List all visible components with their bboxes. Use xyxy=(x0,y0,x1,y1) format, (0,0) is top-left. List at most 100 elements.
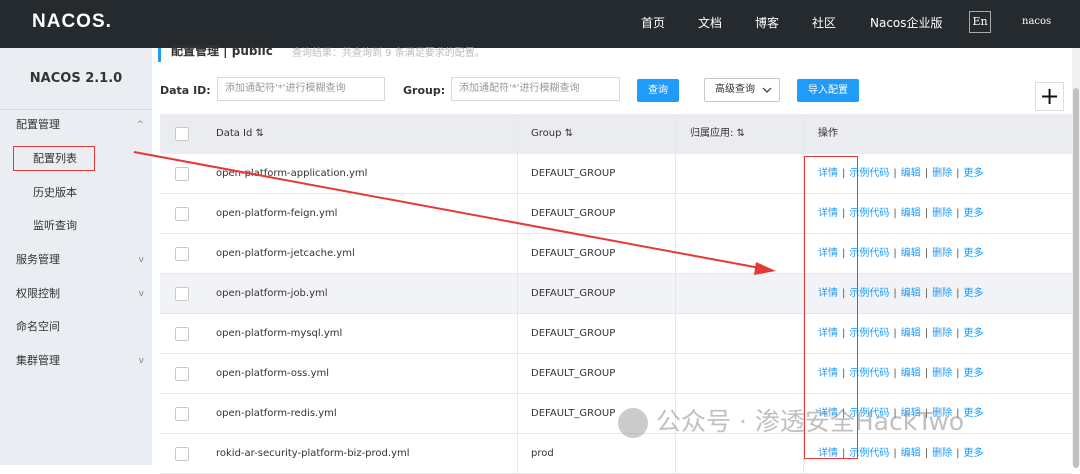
annotation-box-config-list xyxy=(13,146,95,171)
sidebar-item-listener-query[interactable]: 监听查询 xyxy=(0,213,152,239)
sidebar-item-namespace[interactable]: 命名空间 xyxy=(0,314,152,340)
op-more-link[interactable]: 更多 xyxy=(964,408,984,419)
vertical-scrollbar[interactable] xyxy=(1072,48,1080,468)
row-dataid: open-platform-mysql.yml xyxy=(216,328,343,339)
row-dataid: open-platform-redis.yml xyxy=(216,408,337,419)
scrollbar-thumb[interactable] xyxy=(1073,88,1079,468)
nav-community[interactable]: 社区 xyxy=(812,14,836,31)
chevron-up-icon: ^ xyxy=(136,120,144,130)
query-button[interactable]: 查询 xyxy=(637,79,679,102)
nav-docs[interactable]: 文档 xyxy=(698,14,722,31)
col-header-group[interactable]: Group ⇅ xyxy=(531,114,573,154)
row-checkbox[interactable] xyxy=(175,287,189,301)
op-separator: | xyxy=(924,448,929,459)
advanced-query-dropdown[interactable]: 高级查询 xyxy=(704,78,780,102)
op-edit-link[interactable]: 编辑 xyxy=(901,168,921,179)
sidebar-item-cluster-management[interactable]: 集群管理 v xyxy=(0,348,152,374)
op-separator: | xyxy=(924,328,929,339)
op-delete-link[interactable]: 删除 xyxy=(932,248,952,259)
user-menu[interactable]: nacos xyxy=(1022,16,1051,27)
sidebar-item-history[interactable]: 历史版本 xyxy=(0,180,152,206)
group-search-input[interactable]: 添加通配符'*'进行模糊查询 xyxy=(451,77,620,101)
nacos-logo[interactable]: NACOS. xyxy=(32,11,112,33)
col-header-app[interactable]: 归属应用: ⇅ xyxy=(690,114,745,154)
row-checkbox[interactable] xyxy=(175,207,189,221)
nav-blog[interactable]: 博客 xyxy=(755,14,779,31)
row-checkbox[interactable] xyxy=(175,167,189,181)
op-more-link[interactable]: 更多 xyxy=(964,288,984,299)
sidebar-item-label: 命名空间 xyxy=(16,320,60,333)
chevron-down-icon: v xyxy=(138,255,144,265)
sidebar-item-config-management[interactable]: 配置管理 ^ xyxy=(0,112,152,138)
row-checkbox[interactable] xyxy=(175,367,189,381)
import-config-button[interactable]: 导入配置 xyxy=(797,79,859,102)
wechat-icon xyxy=(618,408,648,438)
sidebar-item-access-control[interactable]: 权限控制 v xyxy=(0,281,152,307)
watermark: 公众号 · 渗透安全HackTwo xyxy=(618,402,964,438)
language-toggle[interactable]: En xyxy=(969,11,991,33)
op-delete-link[interactable]: 删除 xyxy=(932,368,952,379)
op-delete-link[interactable]: 删除 xyxy=(932,288,952,299)
sidebar-item-label: 权限控制 xyxy=(16,287,60,300)
group-label: Group: xyxy=(403,84,446,97)
op-more-link[interactable]: 更多 xyxy=(964,448,984,459)
op-edit-link[interactable]: 编辑 xyxy=(901,328,921,339)
row-checkbox[interactable] xyxy=(175,447,189,461)
op-edit-link[interactable]: 编辑 xyxy=(901,208,921,219)
op-separator: | xyxy=(893,448,897,459)
op-more-link[interactable]: 更多 xyxy=(964,208,984,219)
op-separator: | xyxy=(956,248,960,259)
op-delete-link[interactable]: 删除 xyxy=(932,448,952,459)
row-group: DEFAULT_GROUP xyxy=(531,168,616,179)
op-separator: | xyxy=(956,368,960,379)
row-group: prod xyxy=(531,448,554,459)
nav-enterprise[interactable]: Nacos企业版 xyxy=(870,14,943,31)
row-dataid: rokid-ar-security-platform-biz-prod.yml xyxy=(216,448,410,459)
dataid-label: Data ID: xyxy=(160,84,211,97)
breadcrumb: 配置管理 | public xyxy=(171,44,273,58)
op-edit-link[interactable]: 编辑 xyxy=(901,288,921,299)
op-more-link[interactable]: 更多 xyxy=(964,168,984,179)
op-edit-link[interactable]: 编辑 xyxy=(901,248,921,259)
row-checkbox[interactable] xyxy=(175,407,189,421)
nav-home[interactable]: 首页 xyxy=(641,14,665,31)
op-separator: | xyxy=(956,328,960,339)
breadcrumb-accent xyxy=(158,48,161,62)
row-group: DEFAULT_GROUP xyxy=(531,248,616,259)
table-row: open-platform-application.yml DEFAULT_GRO… xyxy=(160,154,1072,194)
select-all-checkbox[interactable] xyxy=(175,127,189,141)
dataid-search-input[interactable]: 添加通配符'*'进行模糊查询 xyxy=(217,77,385,101)
op-edit-link[interactable]: 编辑 xyxy=(901,448,921,459)
op-separator: | xyxy=(893,168,897,179)
sidebar-item-service-management[interactable]: 服务管理 v xyxy=(0,247,152,273)
op-separator: | xyxy=(924,288,929,299)
row-dataid: open-platform-application.yml xyxy=(216,168,368,179)
op-more-link[interactable]: 更多 xyxy=(964,328,984,339)
op-delete-link[interactable]: 删除 xyxy=(932,168,952,179)
op-delete-link[interactable]: 删除 xyxy=(932,328,952,339)
table-row: open-platform-mysql.yml DEFAULT_GROUP 详情 | 示… xyxy=(160,314,1072,354)
op-separator: | xyxy=(893,368,897,379)
col-header-dataid[interactable]: Data Id ⇅ xyxy=(216,114,264,154)
row-dataid: open-platform-jetcache.yml xyxy=(216,248,355,259)
row-group: DEFAULT_GROUP xyxy=(531,368,616,379)
chevron-down-icon xyxy=(762,79,772,110)
row-group: DEFAULT_GROUP xyxy=(531,408,616,419)
op-separator: | xyxy=(924,208,929,219)
row-checkbox[interactable] xyxy=(175,327,189,341)
op-more-link[interactable]: 更多 xyxy=(964,368,984,379)
op-separator: | xyxy=(924,168,929,179)
op-separator: | xyxy=(956,448,960,459)
op-edit-link[interactable]: 编辑 xyxy=(901,368,921,379)
sidebar-item-label: 历史版本 xyxy=(33,186,77,199)
row-checkbox[interactable] xyxy=(175,247,189,261)
chevron-down-icon: v xyxy=(138,289,144,299)
add-config-button[interactable]: + xyxy=(1035,82,1064,111)
op-delete-link[interactable]: 删除 xyxy=(932,208,952,219)
row-group: DEFAULT_GROUP xyxy=(531,328,616,339)
sidebar-item-label: 配置管理 xyxy=(16,118,60,131)
table-header: Data Id ⇅ Group ⇅ 归属应用: ⇅ 操作 xyxy=(160,114,1072,154)
op-separator: | xyxy=(956,288,960,299)
op-more-link[interactable]: 更多 xyxy=(964,248,984,259)
advanced-query-label: 高级查询 xyxy=(715,84,755,95)
